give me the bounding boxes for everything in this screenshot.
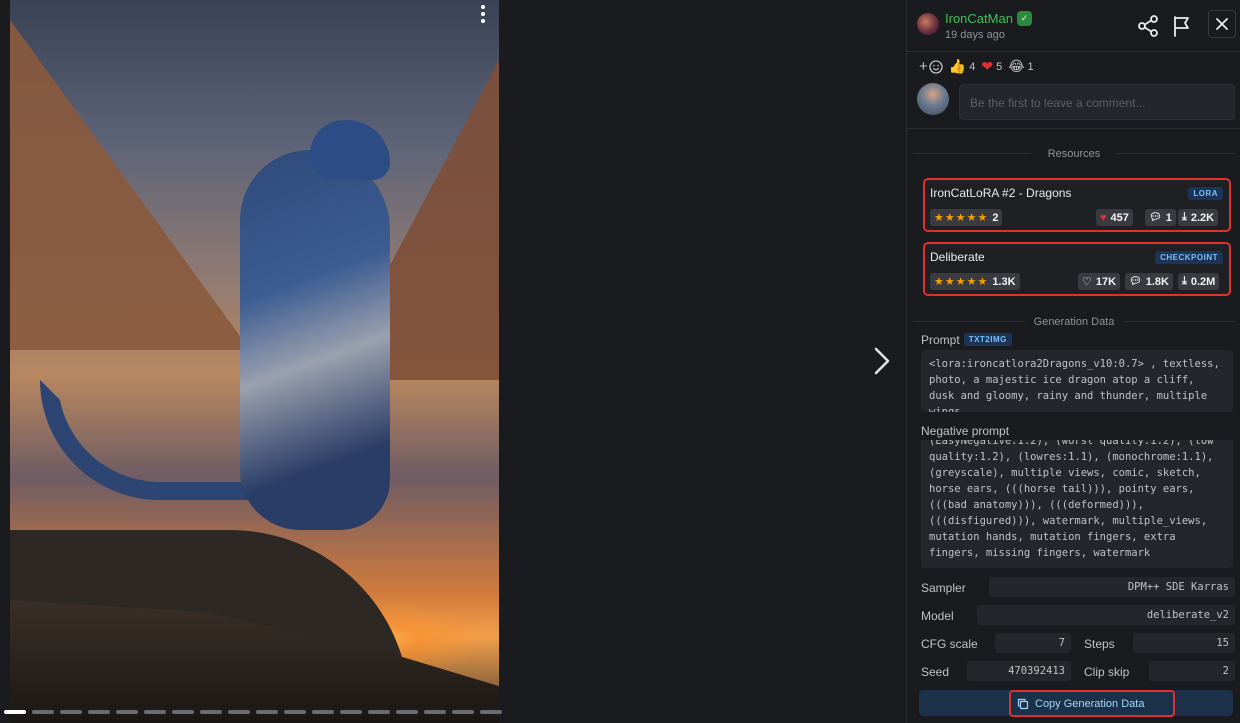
resource-type-badge: LORA xyxy=(1188,187,1223,200)
slide-indicator[interactable] xyxy=(32,710,54,714)
more-options-icon[interactable] xyxy=(476,4,490,26)
plus-icon: + xyxy=(919,58,928,75)
resources-heading: Resources xyxy=(1047,148,1101,160)
steps-value: 15 xyxy=(1133,633,1235,653)
slide-indicator[interactable] xyxy=(172,710,194,714)
rating-stars-icon: ★★★★★ xyxy=(934,276,989,288)
slide-indicator[interactable] xyxy=(200,710,222,714)
seed-label: Seed xyxy=(921,665,950,679)
thumbs-up-icon: 👍 xyxy=(948,58,967,74)
reaction-heart[interactable]: ❤ 5 xyxy=(981,58,1002,75)
cfg-scale-label: CFG scale xyxy=(921,637,978,651)
slide-indicator[interactable] xyxy=(4,710,26,714)
downloads-pill: ⤓ 2.2K xyxy=(1178,209,1219,226)
heart-outline-icon: ♡ xyxy=(1082,276,1092,288)
divider xyxy=(1123,321,1235,322)
close-icon xyxy=(1216,18,1228,30)
negative-prompt-heading: Negative prompt xyxy=(921,424,1233,440)
share-icon[interactable] xyxy=(1135,13,1161,39)
flag-icon[interactable] xyxy=(1169,13,1195,39)
dragon-body xyxy=(240,150,390,530)
sampler-label: Sampler xyxy=(921,581,966,595)
resource-stats: ★★★★★ 2 ♥ 457 💬︎ 1 ⤓ 2.2K xyxy=(930,209,1224,227)
sampler-value: DPM++ SDE Karras xyxy=(989,577,1235,597)
slide-indicator[interactable] xyxy=(452,710,474,714)
clip-skip-value: 2 xyxy=(1149,661,1235,681)
copy-generation-data-button[interactable]: Copy Generation Data xyxy=(1009,690,1175,717)
slide-indicator[interactable] xyxy=(256,710,278,714)
heart-icon: ❤ xyxy=(981,58,994,74)
prompt-text[interactable]: <lora:ironcatlora2Dragons_v10:0.7> , tex… xyxy=(921,350,1233,412)
divider xyxy=(1115,153,1235,154)
prompt-heading: Prompt TXT2IMG xyxy=(921,333,1012,347)
heart-icon: ♥ xyxy=(1100,211,1107,224)
slide-indicator[interactable] xyxy=(340,710,362,714)
seed-value: 470392413 xyxy=(967,661,1071,681)
resource-title[interactable]: IronCatLoRA #2 - Dragons xyxy=(930,186,1071,200)
steps-label: Steps xyxy=(1084,637,1115,651)
slide-indicator[interactable] xyxy=(480,710,502,714)
close-button[interactable] xyxy=(1208,10,1236,38)
model-label: Model xyxy=(921,609,954,623)
detail-panel: IronCatMan ✓ 19 days ago + 👍 4 ❤ 5 😂 1 B… xyxy=(906,0,1240,723)
resource-title[interactable]: Deliberate xyxy=(930,250,985,264)
download-icon: ⤓ xyxy=(1182,275,1187,287)
comments-pill: 💬︎ 1 xyxy=(1145,209,1176,226)
verified-icon: ✓ xyxy=(1017,11,1032,26)
reaction-thumbs-up[interactable]: 👍 4 xyxy=(949,58,976,75)
likes-pill: ♥ 457 xyxy=(1096,209,1133,226)
comments-pill: 💬︎ 1.8K xyxy=(1125,273,1173,290)
username-link[interactable]: IronCatMan xyxy=(945,11,1013,26)
divider xyxy=(907,128,1240,129)
clip-skip-label: Clip skip xyxy=(1084,665,1130,679)
reaction-bar: + 👍 4 ❤ 5 😂 1 xyxy=(919,58,1034,75)
next-image-icon[interactable] xyxy=(870,346,894,376)
downloads-pill: ⤓ 0.2M xyxy=(1178,273,1220,290)
prompt-type-badge: TXT2IMG xyxy=(963,333,1012,346)
slide-indicator[interactable] xyxy=(228,710,250,714)
image-viewer xyxy=(0,0,906,723)
add-reaction-button[interactable]: + xyxy=(919,58,943,75)
rating-stars-icon: ★★★★★ xyxy=(934,212,989,224)
resource-card-checkpoint[interactable]: Deliberate CHECKPOINT ★★★★★ 1.3K ♡ 17K 💬… xyxy=(923,242,1231,296)
slide-indicator[interactable] xyxy=(284,710,306,714)
cfg-scale-value: 7 xyxy=(995,633,1071,653)
resource-type-badge: CHECKPOINT xyxy=(1155,251,1223,264)
avatar[interactable] xyxy=(917,13,939,35)
reaction-laugh[interactable]: 😂 1 xyxy=(1008,58,1033,75)
download-icon: ⤓ xyxy=(1182,211,1187,223)
likes-pill: ♡ 17K xyxy=(1078,273,1121,290)
slide-indicator[interactable] xyxy=(396,710,418,714)
model-value: deliberate_v2 xyxy=(977,605,1235,625)
dragon-image[interactable] xyxy=(10,0,499,723)
comment-input[interactable]: Be the first to leave a comment... xyxy=(959,84,1235,120)
rating-pill: ★★★★★ 1.3K xyxy=(930,273,1020,290)
dragon-wing-left xyxy=(10,20,250,350)
negative-prompt-text[interactable]: (EasyNegative:1.2), (worst quality:1.2),… xyxy=(921,430,1233,568)
slide-indicator[interactable] xyxy=(424,710,446,714)
rating-pill: ★★★★★ 2 xyxy=(930,209,1003,226)
comment-icon: 💬︎ xyxy=(1149,212,1162,223)
slide-indicator[interactable] xyxy=(116,710,138,714)
slide-indicators xyxy=(4,710,502,714)
slide-indicator[interactable] xyxy=(88,710,110,714)
smiley-icon xyxy=(929,59,943,74)
comment-icon: 💬︎ xyxy=(1129,276,1142,287)
slide-indicator[interactable] xyxy=(312,710,334,714)
current-user-avatar xyxy=(917,83,949,115)
slide-indicator[interactable] xyxy=(368,710,390,714)
post-time: 19 days ago xyxy=(945,29,1005,41)
post-header: IronCatMan ✓ 19 days ago xyxy=(907,0,1240,52)
laugh-icon: 😂 xyxy=(1008,58,1025,74)
resource-stats: ★★★★★ 1.3K ♡ 17K 💬︎ 1.8K ⤓ 0.2M xyxy=(930,273,1224,291)
resource-card-lora[interactable]: IronCatLoRA #2 - Dragons LORA ★★★★★ 2 ♥ … xyxy=(923,178,1231,232)
slide-indicator[interactable] xyxy=(60,710,82,714)
generation-data-heading: Generation Data xyxy=(1033,316,1115,328)
copy-icon xyxy=(1017,698,1029,709)
slide-indicator[interactable] xyxy=(144,710,166,714)
